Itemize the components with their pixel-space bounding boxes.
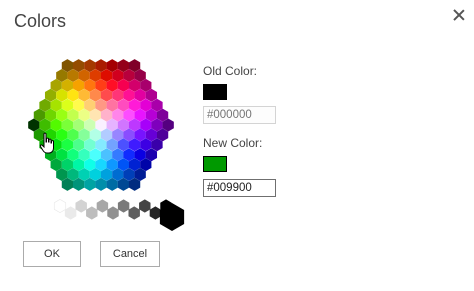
ok-button[interactable]: OK xyxy=(23,241,81,267)
colors-dialog: Colors Old Color: New Color: OK Cancel xyxy=(0,0,474,291)
gray-hex[interactable] xyxy=(75,199,87,213)
gray-hex[interactable] xyxy=(53,199,67,213)
gray-hex[interactable] xyxy=(86,206,98,220)
gray-hex[interactable] xyxy=(96,199,109,213)
grayscale-swatches[interactable] xyxy=(53,199,185,231)
gray-hex[interactable] xyxy=(139,199,151,213)
old-color-swatch xyxy=(203,84,227,100)
hexagon-color-grid[interactable] xyxy=(28,59,174,191)
gray-hex[interactable] xyxy=(117,199,130,213)
cancel-button[interactable]: Cancel xyxy=(100,241,160,267)
gray-hex[interactable] xyxy=(107,206,119,220)
new-color-input[interactable] xyxy=(203,179,276,197)
new-color-label: New Color: xyxy=(203,136,263,150)
new-color-swatch xyxy=(203,156,227,172)
gray-hex[interactable] xyxy=(64,206,77,220)
old-color-field xyxy=(203,106,276,124)
gray-hex[interactable] xyxy=(149,206,162,220)
old-color-label: Old Color: xyxy=(203,64,258,78)
hand-cursor-icon xyxy=(39,132,54,154)
gray-hex[interactable] xyxy=(128,206,140,220)
